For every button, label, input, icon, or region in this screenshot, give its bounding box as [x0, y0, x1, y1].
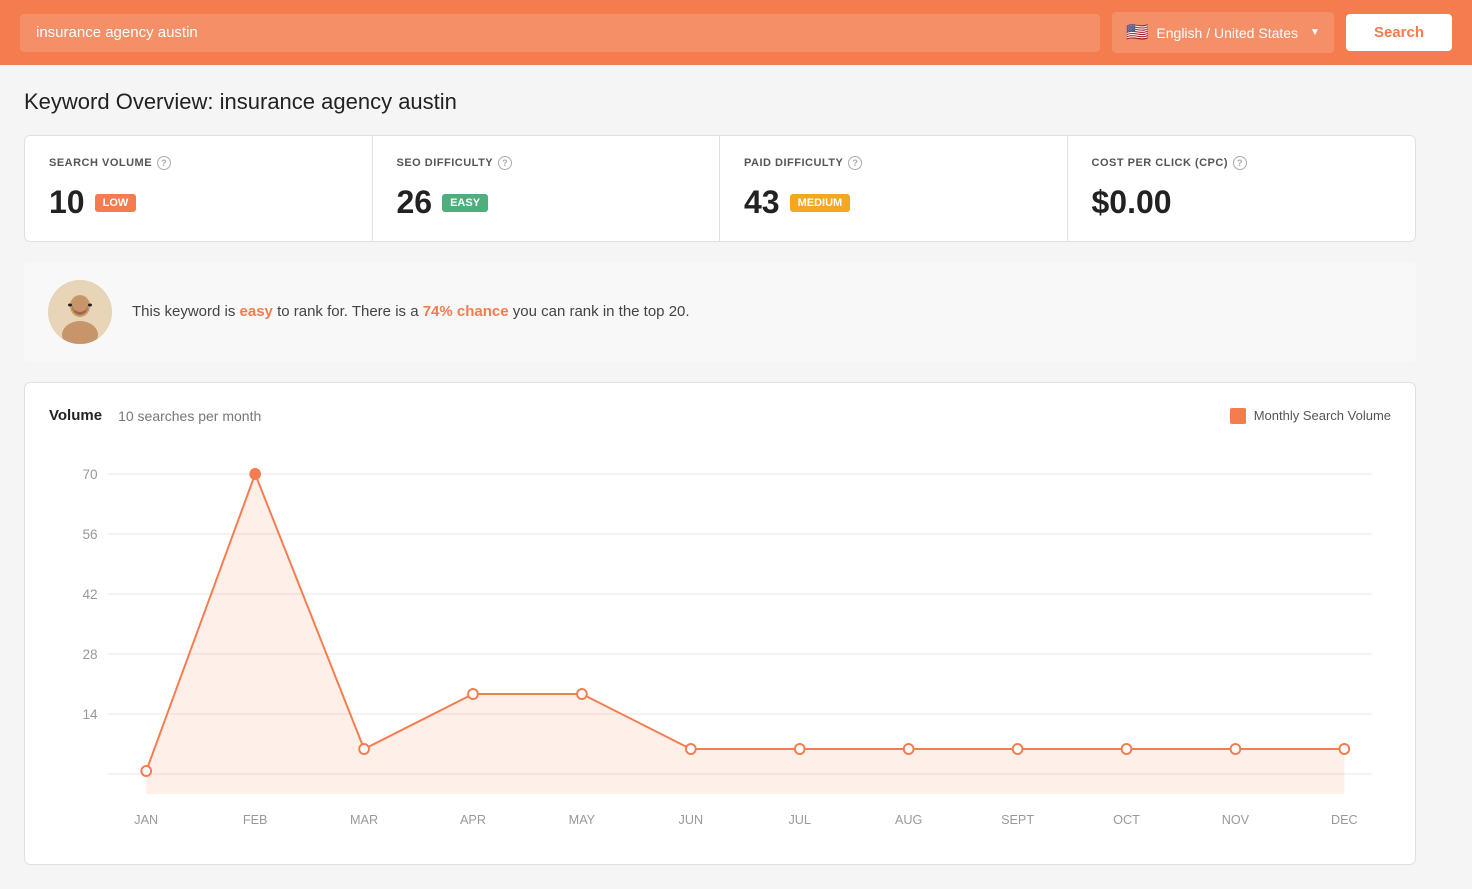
- flag-icon: 🇺🇸: [1126, 22, 1148, 43]
- chart-title-area: Volume 10 searches per month: [49, 407, 261, 424]
- chevron-down-icon: ▼: [1310, 27, 1320, 38]
- search-volume-value: 10 LOW: [49, 184, 348, 221]
- paid-difficulty-help-icon[interactable]: ?: [848, 156, 862, 170]
- metric-card-search-volume: Search Volume ? 10 LOW: [25, 136, 373, 241]
- svg-text:APR: APR: [460, 812, 486, 827]
- page-title: Keyword Overview: insurance agency austi…: [24, 89, 1416, 115]
- info-chance: 74% chance: [423, 303, 509, 320]
- chart-container: Volume 10 searches per month Monthly Sea…: [24, 382, 1416, 865]
- info-easy: easy: [240, 303, 273, 320]
- search-button[interactable]: Search: [1346, 14, 1452, 51]
- search-volume-badge: LOW: [95, 194, 137, 212]
- info-text: This keyword is easy to rank for. There …: [132, 301, 690, 324]
- main-content: Keyword Overview: insurance agency austi…: [0, 65, 1440, 889]
- chart-legend: Monthly Search Volume: [1230, 408, 1391, 424]
- metric-card-cpc: Cost Per Click (CPC) ? $0.00: [1068, 136, 1416, 241]
- metric-cards: Search Volume ? 10 LOW SEO Difficulty ? …: [24, 135, 1416, 242]
- paid-difficulty-label: Paid Difficulty ?: [744, 156, 1043, 170]
- search-volume-help-icon[interactable]: ?: [157, 156, 171, 170]
- svg-text:MAR: MAR: [350, 812, 378, 827]
- svg-text:56: 56: [82, 527, 97, 542]
- avatar-svg: [48, 280, 112, 344]
- page-title-prefix: Keyword Overview:: [24, 89, 214, 114]
- svg-text:14: 14: [82, 707, 97, 722]
- svg-text:70: 70: [82, 467, 97, 482]
- svg-text:42: 42: [82, 587, 97, 602]
- svg-text:NOV: NOV: [1222, 812, 1250, 827]
- svg-text:JUN: JUN: [679, 812, 704, 827]
- svg-text:MAY: MAY: [569, 812, 596, 827]
- svg-text:JAN: JAN: [134, 812, 158, 827]
- svg-text:SEPT: SEPT: [1001, 812, 1034, 827]
- language-label: English / United States: [1156, 25, 1298, 41]
- legend-label: Monthly Search Volume: [1254, 408, 1391, 423]
- seo-difficulty-help-icon[interactable]: ?: [498, 156, 512, 170]
- paid-difficulty-badge: MEDIUM: [790, 194, 851, 212]
- search-input-wrap[interactable]: [20, 14, 1100, 52]
- metric-card-paid-difficulty: Paid Difficulty ? 43 MEDIUM: [720, 136, 1068, 241]
- svg-text:FEB: FEB: [243, 812, 268, 827]
- seo-difficulty-badge: EASY: [442, 194, 488, 212]
- svg-text:28: 28: [82, 647, 97, 662]
- seo-difficulty-label: SEO Difficulty ?: [397, 156, 696, 170]
- cpc-help-icon[interactable]: ?: [1233, 156, 1247, 170]
- info-box: This keyword is easy to rank for. There …: [24, 262, 1416, 362]
- chart-svg: 70 56 42 28 14: [49, 444, 1391, 844]
- seo-difficulty-value: 26 EASY: [397, 184, 696, 221]
- chart-title: Volume: [49, 407, 102, 424]
- svg-text:AUG: AUG: [895, 812, 922, 827]
- cpc-value: $0.00: [1092, 184, 1392, 221]
- svg-text:JUL: JUL: [789, 812, 811, 827]
- chart-area: 70 56 42 28 14: [49, 444, 1391, 844]
- search-input[interactable]: [36, 24, 1084, 41]
- header: 🇺🇸 English / United States ▼ Search: [0, 0, 1472, 65]
- chart-header: Volume 10 searches per month Monthly Sea…: [49, 407, 1391, 424]
- cpc-label: Cost Per Click (CPC) ?: [1092, 156, 1392, 170]
- legend-color-box: [1230, 408, 1246, 424]
- page-title-keyword: insurance agency austin: [220, 89, 457, 114]
- svg-text:OCT: OCT: [1113, 812, 1140, 827]
- paid-difficulty-value: 43 MEDIUM: [744, 184, 1043, 221]
- metric-card-seo-difficulty: SEO Difficulty ? 26 EASY: [373, 136, 721, 241]
- search-volume-label: Search Volume ?: [49, 156, 348, 170]
- avatar: [48, 280, 112, 344]
- language-selector[interactable]: 🇺🇸 English / United States ▼: [1112, 12, 1334, 53]
- chart-subtitle: 10 searches per month: [118, 408, 261, 424]
- svg-text:DEC: DEC: [1331, 812, 1358, 827]
